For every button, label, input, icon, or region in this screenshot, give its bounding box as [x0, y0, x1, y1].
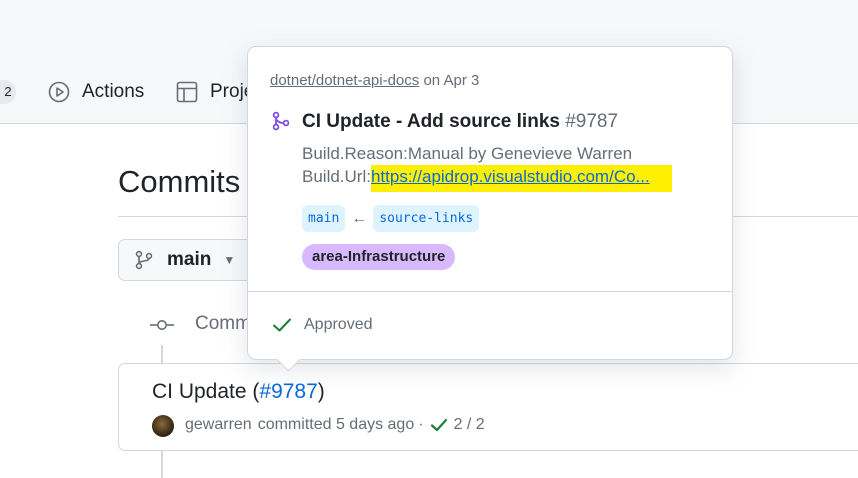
meta-separator: · [418, 416, 424, 433]
commits-group-heading: Comm [195, 313, 251, 334]
git-commit-icon [150, 320, 174, 330]
branch-name: main [167, 249, 212, 270]
tab-actions[interactable]: Actions [48, 78, 144, 106]
pr-body-url-line: Build.Url:https://apidrop.visualstudio.c… [302, 165, 672, 192]
commit-time: committed 5 days ago [257, 416, 415, 433]
base-ref[interactable]: main [302, 205, 346, 232]
play-icon [48, 81, 70, 103]
pr-date: on Apr 3 [423, 72, 480, 89]
repo-link[interactable]: dotnet/dotnet-api-docs [270, 72, 419, 89]
pr-number: #9787 [565, 111, 619, 132]
pull-request-merged-icon [272, 111, 290, 131]
highlight-mark: https://apidrop.visualstudio.com/Co... [370, 165, 672, 192]
count-badge: 2 [0, 80, 16, 104]
hovercard-divider [248, 291, 732, 292]
checks-count[interactable]: 2 / 2 [454, 416, 485, 434]
page-title: Commits [118, 164, 241, 199]
pr-body: Build.Reason:Manual by Genevieve Warren … [302, 142, 672, 192]
left-arrow-icon: ← [351, 209, 368, 227]
commit-title-text: CI Update ( [152, 380, 260, 403]
branch-select-button[interactable]: main ▼ [118, 239, 258, 281]
check-icon [273, 318, 291, 332]
commit-list-item: CI Update (#9787) gewarren committed 5 d… [118, 363, 858, 451]
commit-pr-link[interactable]: #9787 [259, 380, 317, 403]
pr-title-text: CI Update - Add source links [302, 111, 560, 132]
hovercard-repo-line: dotnet/dotnet-api-docs on Apr 3 [270, 72, 479, 89]
issue-label[interactable]: area-Infrastructure [302, 244, 456, 270]
git-branch-icon [135, 250, 153, 270]
head-ref[interactable]: source-links [373, 205, 480, 232]
pr-hovercard: dotnet/dotnet-api-docs on Apr 3 CI Updat… [247, 46, 733, 372]
commit-meta: gewarren committed 5 days ago · 2 / 2 [185, 416, 485, 434]
pr-body-line: Build.Reason:Manual by Genevieve Warren [302, 144, 633, 163]
review-status-text: Approved [304, 316, 373, 333]
tab-actions-label: Actions [82, 81, 145, 102]
commit-title-suffix: ) [317, 380, 325, 403]
commit-title[interactable]: CI Update (#9787) [152, 380, 325, 404]
pr-title[interactable]: CI Update - Add source links #9787 [302, 111, 618, 133]
avatar[interactable] [152, 415, 174, 437]
branch-refs: main ← source-links [302, 205, 480, 232]
check-icon[interactable] [430, 417, 448, 433]
review-status: Approved [272, 316, 373, 334]
pr-body-url-prefix: Build.Url: [302, 167, 371, 186]
chevron-down-icon: ▼ [223, 253, 236, 267]
tab-projects[interactable]: Proje [176, 78, 254, 106]
commit-author[interactable]: gewarren [185, 416, 252, 434]
build-url-link[interactable]: https://apidrop.visualstudio.com/Co... [371, 167, 650, 186]
table-icon [176, 81, 198, 103]
